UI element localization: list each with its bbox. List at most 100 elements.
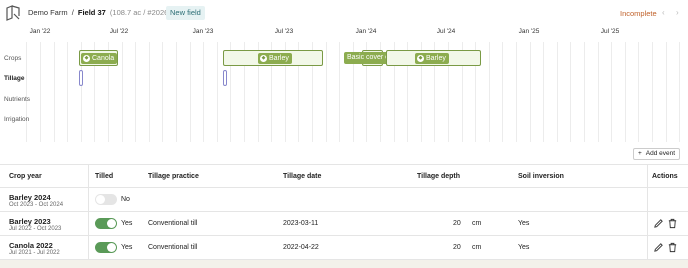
column-header-tilled: Tilled	[95, 173, 114, 180]
field-map-icon[interactable]	[5, 5, 21, 21]
crop-year-range: Jul 2021 - Jul 2022	[9, 250, 60, 256]
crop-bar-canola[interactable]: ◆ Canola	[79, 50, 118, 66]
column-header-soil-inversion: Soil inversion	[518, 173, 564, 180]
month-gridline	[489, 42, 490, 142]
row-label-nutrients: Nutrients	[4, 96, 31, 103]
month-gridline	[557, 42, 558, 142]
month-gridline	[570, 42, 571, 142]
toggle-knob	[107, 219, 116, 228]
trash-icon[interactable]	[667, 242, 678, 253]
seedling-icon: ◆	[417, 55, 424, 62]
new-field-button[interactable]: New field	[166, 6, 205, 20]
table-header: Crop year Tilled Tillage practice Tillag…	[0, 164, 688, 188]
month-gridline	[679, 42, 680, 142]
header: Demo Farm / Field 37 (108.7 ac / #202615…	[0, 0, 688, 26]
tillage-practice[interactable]: Conventional till	[148, 244, 197, 251]
crop-bar-barley-2023[interactable]: ◆ Barley	[223, 50, 323, 66]
month-gridline	[638, 42, 639, 142]
tillage-date[interactable]: 2022-04-22	[283, 244, 319, 251]
month-gridline	[598, 42, 599, 142]
trash-icon[interactable]	[667, 218, 678, 229]
add-event-label: Add event	[645, 150, 676, 157]
tillage-practice[interactable]: Conventional till	[148, 220, 197, 227]
crop-chip: ◆ Canola	[81, 53, 118, 64]
month-gridline	[190, 42, 191, 142]
soil-inversion[interactable]: Yes	[518, 220, 529, 227]
month-gridline	[516, 42, 517, 142]
tillage-date[interactable]: 2023-03-11	[283, 220, 318, 227]
crop-chip-label: Barley	[426, 55, 446, 62]
crop-year-range: Jul 2022 - Oct 2023	[9, 226, 62, 232]
column-header-actions: Actions	[652, 173, 678, 180]
month-gridline	[54, 42, 55, 142]
axis-label: Jan '24	[355, 28, 377, 35]
month-gridline	[122, 42, 123, 142]
tilled-value: Yes	[121, 244, 133, 251]
row-label-tillage[interactable]: Tillage	[4, 75, 24, 82]
month-gridline	[67, 42, 68, 142]
tillage-depth[interactable]: 20	[453, 220, 461, 227]
tilled-toggle[interactable]	[95, 218, 117, 229]
column-header-tillage-depth: Tillage depth	[417, 173, 461, 180]
axis-label: Jul '24	[436, 28, 456, 35]
pencil-icon[interactable]	[653, 242, 664, 253]
month-gridline	[666, 42, 667, 142]
chevron-right-icon[interactable]: ›	[676, 8, 679, 17]
breadcrumb-field: Field 37	[77, 8, 106, 17]
axis-label: Jan '23	[192, 28, 214, 35]
chevron-left-icon[interactable]: ‹	[662, 8, 665, 17]
toggle-knob	[107, 243, 116, 252]
timeline: Jan '22 Jul '22 Jan '23 Jul '23 Jan '24 …	[0, 26, 688, 146]
month-gridline	[625, 42, 626, 142]
crop-chip: ◆ Barley	[415, 53, 449, 64]
month-gridline	[176, 42, 177, 142]
column-header-tillage-practice: Tillage practice	[148, 173, 199, 180]
plus-icon: +	[638, 150, 642, 157]
month-gridline	[26, 42, 27, 142]
column-header-tillage-date: Tillage date	[283, 173, 322, 180]
crop-year-range: Oct 2023 - Oct 2024	[9, 202, 64, 208]
month-gridline	[530, 42, 531, 142]
crop-chip-label: Canola	[92, 55, 115, 62]
tilled-toggle[interactable]	[95, 194, 117, 205]
depth-unit: cm	[472, 220, 482, 227]
table-row: Canola 2022 Jul 2021 - Jul 2022 Yes Conv…	[0, 236, 688, 260]
tillage-depth[interactable]: 20	[453, 244, 461, 251]
axis-label: Jan '25	[518, 28, 540, 35]
breadcrumb-farm[interactable]: Demo Farm	[28, 8, 68, 17]
tilled-toggle[interactable]	[95, 242, 117, 253]
table-row: Barley 2024 Oct 2023 - Oct 2024 No	[0, 188, 688, 212]
crop-year-title: Barley 2023	[9, 217, 51, 226]
tilled-value: Yes	[121, 220, 133, 227]
month-gridline	[40, 42, 41, 142]
depth-unit: cm	[472, 244, 482, 251]
month-gridline	[543, 42, 544, 142]
crop-year-title: Barley 2024	[9, 193, 51, 202]
toggle-knob	[96, 195, 105, 204]
axis-label: Jul '25	[600, 28, 620, 35]
month-gridline	[217, 42, 218, 142]
tillage-marker[interactable]	[79, 70, 83, 86]
month-gridline	[502, 42, 503, 142]
month-gridline	[652, 42, 653, 142]
month-gridline	[162, 42, 163, 142]
axis-label: Jul '23	[274, 28, 294, 35]
column-divider	[88, 164, 89, 260]
seedling-icon: ◆	[260, 55, 267, 62]
month-gridline	[203, 42, 204, 142]
pencil-icon[interactable]	[653, 218, 664, 229]
column-header-crop-year: Crop year	[9, 173, 42, 180]
add-event-button[interactable]: + Add event	[633, 148, 681, 160]
soil-inversion[interactable]: Yes	[518, 244, 529, 251]
breadcrumb-separator: /	[71, 8, 74, 17]
month-gridline	[149, 42, 150, 142]
axis-label: Jul '22	[109, 28, 129, 35]
seedling-icon: ◆	[83, 55, 90, 62]
row-label-crops: Crops	[4, 55, 22, 62]
crop-chip-label: Barley	[269, 55, 289, 62]
tillage-marker[interactable]	[223, 70, 227, 86]
column-divider	[647, 164, 648, 260]
status-badge: Incomplete	[620, 9, 657, 18]
row-label-irrigation: Irrigation	[4, 116, 30, 123]
crop-bar-barley-2024[interactable]: ◆ Barley	[386, 50, 481, 66]
